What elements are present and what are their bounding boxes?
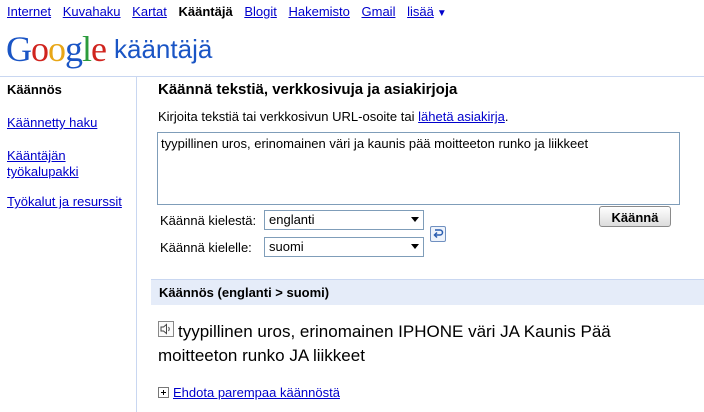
source-language-value: englanti [269, 212, 315, 227]
sidebar: Käännös Käännetty haku Kääntäjän työkalu… [0, 77, 137, 412]
nav-current-translate: Kääntäjä [178, 4, 233, 19]
target-language-label: Käännä kielelle: [160, 240, 252, 255]
instructions-end: . [504, 109, 509, 124]
dropdown-arrow-icon [411, 217, 419, 222]
sidebar-item-tools-resources[interactable]: Työkalut ja resurssit [7, 194, 122, 210]
source-language-label: Käännä kielestä: [160, 213, 257, 228]
upload-document-link[interactable]: lähetä asiakirja [418, 109, 505, 124]
suggest-translation[interactable]: Ehdota parempaa käännöstä [158, 385, 340, 400]
sidebar-item-translation: Käännös [7, 82, 62, 97]
sidebar-item-translator-toolkit[interactable]: Kääntäjän työkalupakki [7, 148, 117, 180]
suggest-better-translation-link[interactable]: Ehdota parempaa käännöstä [173, 385, 340, 400]
sidebar-item-translated-search[interactable]: Käännetty haku [7, 115, 97, 131]
nav-link-gmail[interactable]: Gmail [362, 4, 396, 19]
nav-link-internet[interactable]: Internet [7, 4, 51, 19]
nav-link-image-search[interactable]: Kuvahaku [63, 4, 121, 19]
logo[interactable]: Google kääntäjä [6, 29, 212, 69]
swap-icon [433, 229, 444, 239]
nav-link-directory[interactable]: Hakemisto [288, 4, 349, 19]
nav-more-menu[interactable]: lisää ▼ [407, 4, 447, 19]
page-title: Käännä tekstiä, verkkosivuja ja asiakirj… [158, 81, 458, 98]
instructions: Kirjoita tekstiä tai verkkosivun URL-oso… [158, 109, 508, 124]
translate-button[interactable]: Käännä [599, 206, 671, 227]
instructions-text: Kirjoita tekstiä tai verkkosivun URL-oso… [158, 109, 415, 124]
product-name: kääntäjä [114, 34, 213, 64]
target-language-value: suomi [269, 239, 304, 254]
result-heading: Käännös (englanti > suomi) [159, 285, 330, 300]
source-language-select[interactable]: englanti [264, 210, 424, 230]
google-wordmark: Google [6, 29, 107, 69]
swap-languages-button[interactable] [430, 226, 446, 242]
translation-result: tyypillinen uros, erinomainen IPHONE vär… [158, 322, 611, 365]
dropdown-arrow-icon [411, 244, 419, 249]
target-language-select[interactable]: suomi [264, 237, 424, 257]
source-text-input[interactable]: tyypillinen uros, erinomainen väri ja ka… [157, 132, 680, 205]
top-navigation: Internet Kuvahaku Kartat Kääntäjä Blogit… [7, 4, 447, 19]
plus-icon[interactable] [158, 387, 169, 398]
result-header-bar: Käännös (englanti > suomi) [151, 279, 704, 305]
nav-more-link[interactable]: lisää [407, 4, 434, 19]
nav-link-maps[interactable]: Kartat [132, 4, 167, 19]
nav-link-blogs[interactable]: Blogit [244, 4, 277, 19]
caret-down-icon[interactable]: ▼ [437, 8, 447, 19]
main-content: Käännä tekstiä, verkkosivuja ja asiakirj… [137, 77, 704, 412]
